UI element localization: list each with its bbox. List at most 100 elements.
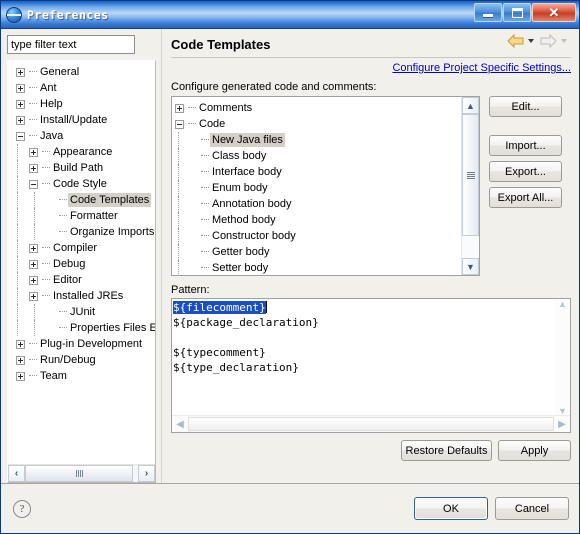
tree-item[interactable]: Build Path <box>8 160 155 176</box>
expand-plus-icon[interactable] <box>29 275 38 285</box>
expand-plus-icon[interactable] <box>29 259 38 269</box>
pattern-editor[interactable]: ${filecomment} ${package_declaration} ${ty… <box>171 298 571 433</box>
expand-plus-icon[interactable] <box>16 67 25 77</box>
tree-item[interactable]: Compiler <box>8 240 155 256</box>
apply-button[interactable]: Apply <box>498 440 571 461</box>
tree-pad <box>184 260 188 275</box>
tree-item[interactable]: Debug <box>8 256 155 272</box>
close-button[interactable]: ✕ <box>532 3 576 22</box>
tree-item[interactable]: General <box>8 64 155 80</box>
import-button[interactable]: Import... <box>489 135 562 156</box>
expand-plus-icon[interactable] <box>175 103 184 113</box>
tree-item-label: Plug-in Development <box>40 338 143 350</box>
tree-item[interactable]: Enum body <box>172 180 462 196</box>
expand-plus-icon[interactable] <box>29 147 38 157</box>
tree-item[interactable]: Installed JREs <box>8 288 155 304</box>
pattern-horizontal-scrollbar[interactable]: ◀ ▶ <box>172 415 570 432</box>
expand-plus-icon[interactable] <box>16 339 25 349</box>
preferences-dialog: Preferences ✕ General Ant Help Install/Upda… <box>0 0 580 534</box>
scroll-track[interactable] <box>188 417 554 431</box>
tree-item[interactable]: Run/Debug <box>8 352 155 368</box>
expand-plus-icon[interactable] <box>29 291 38 301</box>
tree-indent <box>172 164 184 180</box>
tree-item-label: Installed JREs <box>53 290 124 302</box>
scroll-left-icon[interactable]: ◀ <box>172 416 188 432</box>
minimize-button[interactable] <box>474 3 502 22</box>
tree-item[interactable]: Organize Imports <box>8 224 155 240</box>
scroll-down-button[interactable]: ▼ <box>462 258 479 275</box>
tree-item[interactable]: Editor <box>8 272 155 288</box>
export-button[interactable]: Export... <box>489 161 562 182</box>
cancel-button[interactable]: Cancel <box>495 497 569 520</box>
tree-item[interactable]: Setter body <box>172 260 462 275</box>
tree-item[interactable]: Appearance <box>8 144 155 160</box>
tree-item[interactable]: Getter body <box>172 244 462 260</box>
tree-item[interactable]: Interface body <box>172 164 462 180</box>
tree-item[interactable]: Help <box>8 96 155 112</box>
tree-item[interactable]: JUnit <box>8 304 155 320</box>
expand-plus-icon[interactable] <box>16 83 25 93</box>
edit-button[interactable]: Edit... <box>489 96 562 117</box>
tree-item[interactable]: Annotation body <box>172 196 462 212</box>
tree-indent <box>8 272 25 288</box>
tree-item[interactable]: Class body <box>172 148 462 164</box>
tree-item[interactable]: Install/Update <box>8 112 155 128</box>
expand-plus-icon[interactable] <box>29 243 38 253</box>
scroll-left-button[interactable]: ‹ <box>8 465 25 482</box>
expand-plus-icon[interactable] <box>16 355 25 365</box>
tree-item-label: Properties Files Edito <box>70 322 155 334</box>
tree-item[interactable]: Team <box>8 368 155 384</box>
configure-project-specific-settings-link[interactable]: Configure Project Specific Settings... <box>392 62 571 74</box>
ok-button[interactable]: OK <box>414 497 488 520</box>
tree-item[interactable]: Java <box>8 128 155 144</box>
tree-item[interactable]: Constructor body <box>172 228 462 244</box>
scroll-track[interactable] <box>462 114 479 258</box>
scroll-thumb[interactable] <box>462 114 479 236</box>
expand-plus-icon[interactable] <box>29 163 38 173</box>
scroll-up-icon[interactable]: ▲ <box>558 299 567 309</box>
templates-vertical-scrollbar[interactable]: ▲ ▼ <box>461 97 479 275</box>
restore-defaults-button[interactable]: Restore Defaults <box>401 440 492 461</box>
scroll-up-button[interactable]: ▲ <box>462 97 479 114</box>
sidebar-tree[interactable]: General Ant Help Install/Update Java Appearan… <box>7 60 156 483</box>
tree-item[interactable]: Plug-in Development <box>8 336 155 352</box>
tree-indent <box>25 208 42 224</box>
scroll-right-button[interactable]: › <box>138 465 155 482</box>
tree-item-label: Appearance <box>53 146 113 158</box>
tree-pad <box>8 80 16 96</box>
tree-item[interactable]: Code Templates <box>8 192 155 208</box>
pattern-text[interactable]: ${filecomment} ${package_declaration} ${ty… <box>172 299 555 415</box>
expand-plus-icon[interactable] <box>16 371 25 381</box>
export-all-button[interactable]: Export All... <box>489 187 562 208</box>
collapse-minus-icon[interactable] <box>29 179 38 189</box>
maximize-button[interactable] <box>503 3 531 22</box>
pattern-vertical-scrollbar[interactable]: ▲ ▼ <box>555 299 570 416</box>
tree-item[interactable]: New Java files <box>172 132 462 148</box>
back-dropdown-icon[interactable] <box>528 39 534 43</box>
tree-pad <box>42 224 46 240</box>
filter-input[interactable] <box>7 35 135 54</box>
scroll-thumb[interactable] <box>25 465 133 482</box>
sidebar-horizontal-scrollbar[interactable]: ‹ › <box>8 464 155 482</box>
code-templates-tree[interactable]: Comments Code New Java files Class body Inte… <box>171 96 480 276</box>
tree-item[interactable]: Code Style <box>8 176 155 192</box>
collapse-minus-icon[interactable] <box>16 131 25 141</box>
question-mark-icon[interactable]: ? <box>13 499 31 518</box>
tree-connector <box>29 343 37 345</box>
tree-item[interactable]: Properties Files Edito <box>8 320 155 336</box>
scroll-right-icon[interactable]: ▶ <box>554 416 570 432</box>
tree-item[interactable]: Method body <box>172 212 462 228</box>
tree-item[interactable]: Code <box>172 116 462 132</box>
tree-connector <box>42 183 50 185</box>
tree-indent <box>172 244 184 260</box>
tree-pad <box>184 196 188 212</box>
tree-item[interactable]: Formatter <box>8 208 155 224</box>
scroll-track[interactable] <box>25 465 138 482</box>
tree-connector <box>59 199 67 201</box>
collapse-minus-icon[interactable] <box>175 119 184 129</box>
tree-item[interactable]: Comments <box>172 100 462 116</box>
back-arrow-icon[interactable] <box>507 34 524 48</box>
tree-item[interactable]: Ant <box>8 80 155 96</box>
expand-plus-icon[interactable] <box>16 99 25 109</box>
expand-plus-icon[interactable] <box>16 115 25 125</box>
